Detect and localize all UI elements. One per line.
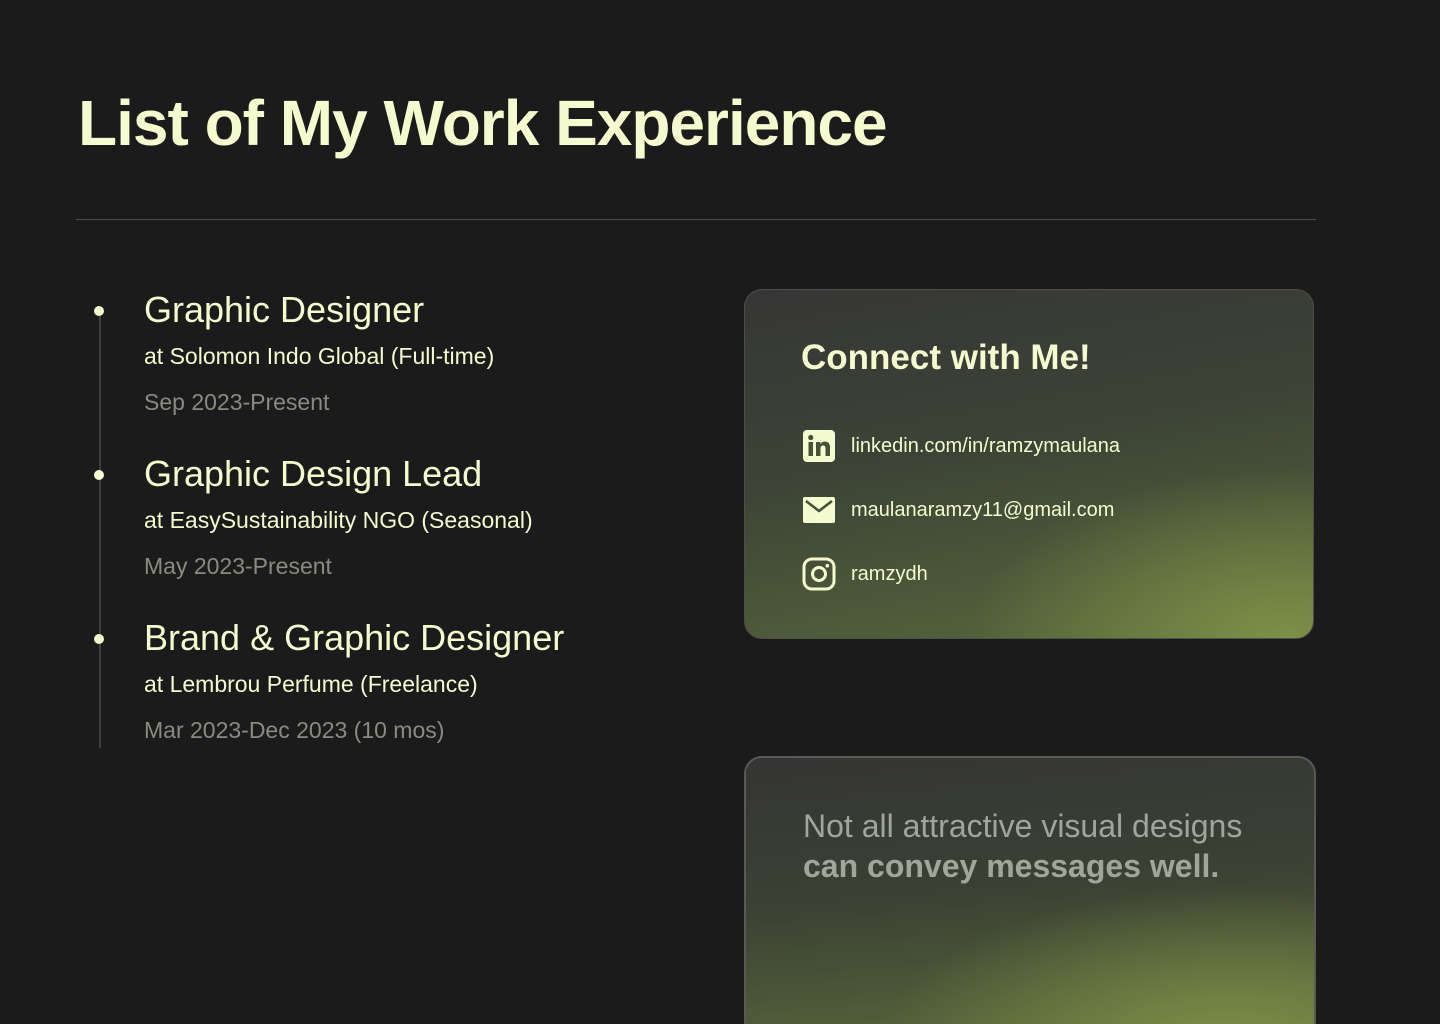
timeline-dot bbox=[94, 306, 104, 316]
portfolio-page: List of My Work Experience Graphic Desig… bbox=[0, 0, 1440, 1024]
experience-item-graphic-design-lead: Graphic Design Lead at EasySustainabilit… bbox=[94, 453, 704, 580]
job-period: Sep 2023-Present bbox=[144, 389, 330, 415]
job-period: May 2023-Present bbox=[144, 553, 332, 579]
timeline-dot bbox=[94, 470, 104, 480]
job-title: Brand & Graphic Designer bbox=[144, 617, 565, 658]
quote-line-2: can convey messages well. bbox=[803, 848, 1220, 884]
timeline-dot bbox=[94, 634, 104, 644]
mail-icon bbox=[801, 492, 837, 528]
quote-text: Not all attractive visual designs can co… bbox=[803, 806, 1283, 886]
email-text: maulanaramzy11@gmail.com bbox=[851, 498, 1115, 521]
linkedin-text: linkedin.com/in/ramzymaulana bbox=[851, 434, 1121, 457]
quote-card: Not all attractive visual designs can co… bbox=[744, 756, 1316, 1024]
experience-item-graphic-designer: Graphic Designer at Solomon Indo Global … bbox=[94, 289, 704, 416]
linkedin-link[interactable]: linkedin.com/in/ramzymaulana bbox=[801, 428, 1120, 464]
job-company: at Solomon Indo Global (Full-time) bbox=[144, 343, 495, 369]
quote-line-1: Not all attractive visual designs bbox=[803, 808, 1243, 844]
timeline-line bbox=[99, 312, 101, 748]
instagram-text: ramzydh bbox=[851, 562, 928, 585]
job-company: at EasySustainability NGO (Seasonal) bbox=[144, 507, 533, 533]
job-company: at Lembrou Perfume (Freelance) bbox=[144, 671, 478, 697]
experience-item-brand-graphic-designer: Brand & Graphic Designer at Lembrou Perf… bbox=[94, 617, 704, 744]
connect-title: Connect with Me! bbox=[801, 338, 1091, 377]
header-divider bbox=[76, 219, 1316, 220]
page-title: List of My Work Experience bbox=[78, 87, 888, 159]
email-link[interactable]: maulanaramzy11@gmail.com bbox=[801, 492, 1114, 528]
job-title: Graphic Design Lead bbox=[144, 453, 483, 494]
instagram-link[interactable]: ramzydh bbox=[801, 556, 928, 592]
connect-card: Connect with Me! linkedin.com/in/ramzyma… bbox=[744, 289, 1314, 639]
job-title: Graphic Designer bbox=[144, 289, 425, 330]
job-period: Mar 2023-Dec 2023 (10 mos) bbox=[144, 717, 445, 743]
instagram-icon bbox=[801, 556, 837, 592]
linkedin-icon bbox=[801, 428, 837, 464]
